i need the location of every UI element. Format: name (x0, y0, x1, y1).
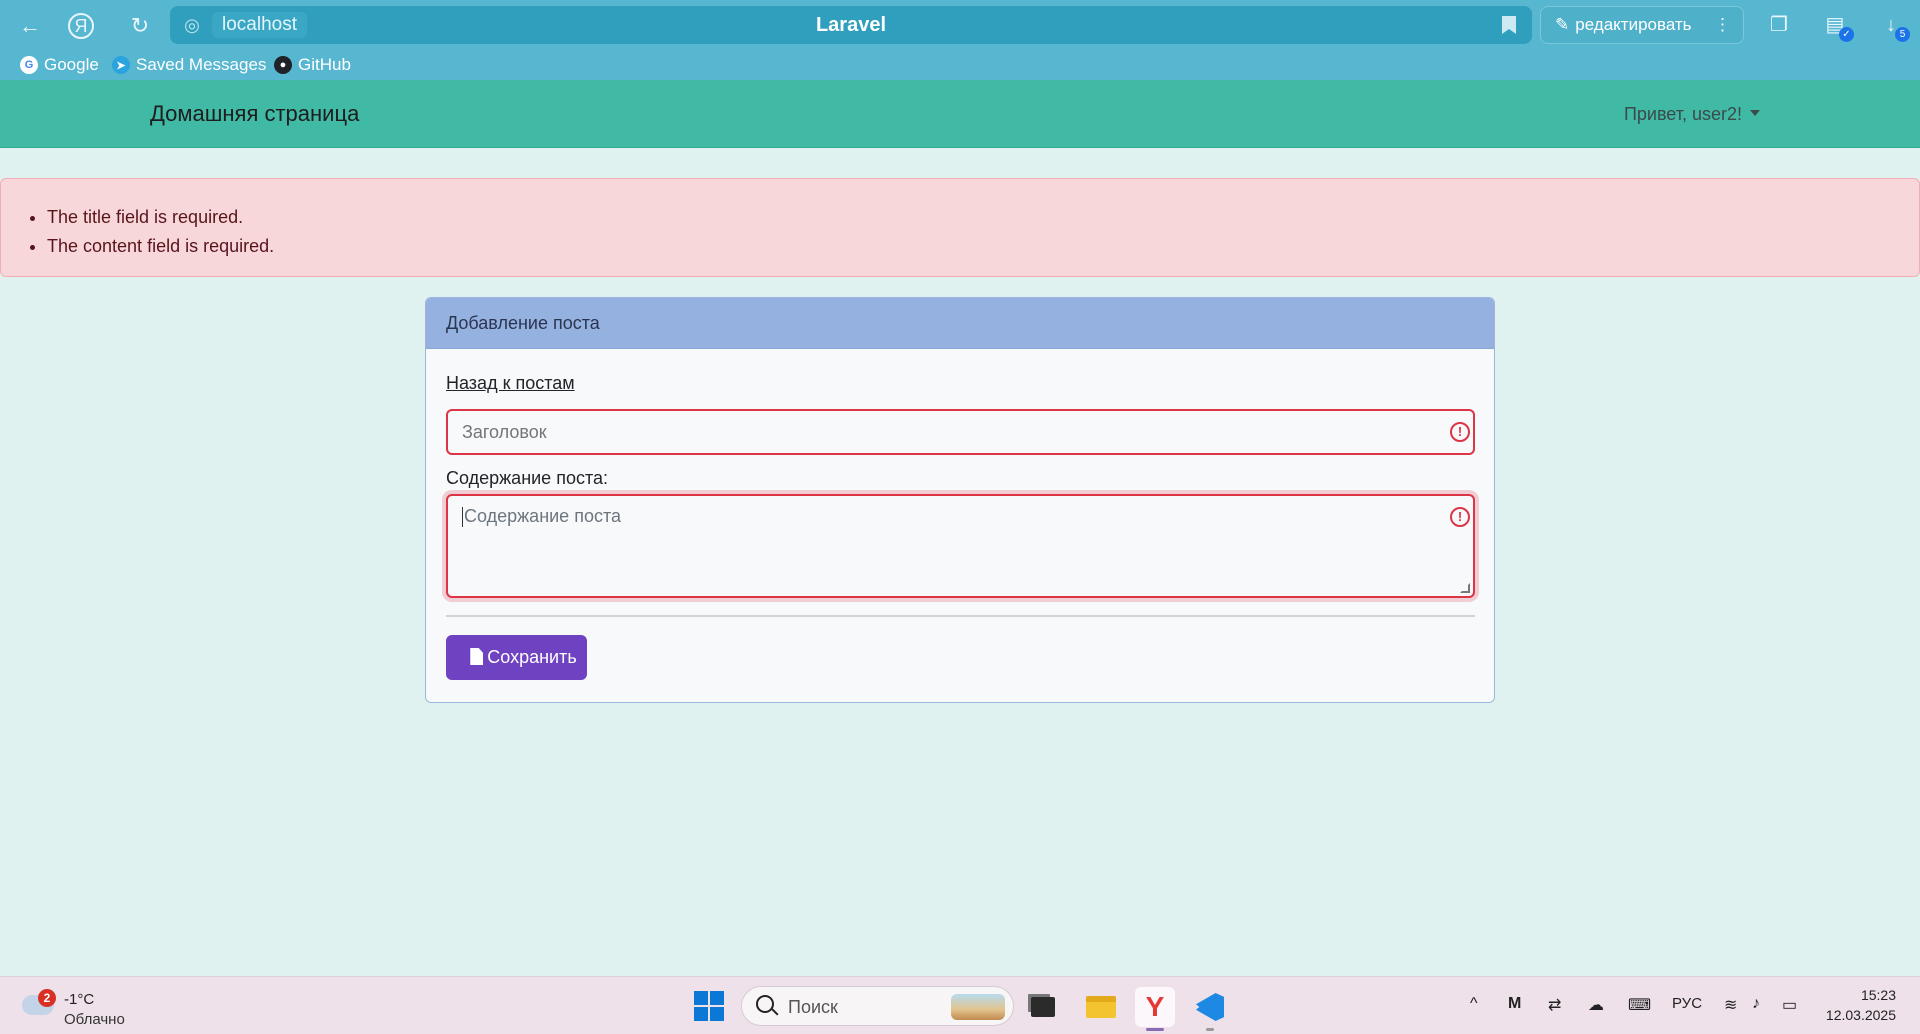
search-icon (756, 995, 774, 1013)
content-placeholder: Содержание поста (464, 506, 622, 526)
site-info-icon[interactable]: ◎ (180, 13, 204, 37)
validation-error-alert: The title field is required. The content… (0, 178, 1920, 277)
weather-condition: Облачно (64, 1011, 125, 1028)
user-greeting: Привет, user2! (1623, 104, 1742, 124)
bookmark-saved-messages[interactable]: ➤ Saved Messages (112, 52, 266, 78)
file-explorer-icon[interactable] (1081, 987, 1121, 1027)
save-button[interactable]: Сохранить (446, 635, 587, 680)
title-invalid-icon: ! (1450, 422, 1470, 442)
keyboard-icon[interactable]: ⌨ (1628, 995, 1651, 1015)
show-hidden-icons-chevron-icon[interactable]: ^ (1470, 995, 1478, 1013)
search-placeholder: Поиск (788, 997, 838, 1017)
search-highlight-image (951, 994, 1005, 1020)
clock-date: 12.03.2025 (1825, 1007, 1896, 1023)
more-menu-icon[interactable]: ⋮ (1714, 7, 1731, 43)
wifi-icon[interactable]: ≋ (1724, 995, 1737, 1015)
error-item: The title field is required. (47, 203, 274, 232)
resize-handle-icon[interactable] (1460, 583, 1470, 593)
page-title-in-bar: Laravel (815, 14, 887, 36)
add-post-card: Добавление поста Назад к постам ! Содерж… (425, 297, 1495, 703)
temperature: -1°C (64, 991, 95, 1008)
tabs-panel-icon[interactable]: ❐ (1764, 10, 1794, 40)
user-dropdown[interactable]: Привет, user2! (1624, 80, 1760, 148)
taskbar: 2 -1°C Облачно Поиск Y ^ M ⇄ ☁ ⌨ РУС ≋ ♪… (0, 976, 1920, 1034)
address-bar[interactable]: ◎ localhost Laravel (170, 6, 1532, 44)
home-link[interactable]: Домашняя страница (150, 80, 359, 148)
save-label: Сохранить (487, 647, 577, 667)
bookmarks-bar: G Google ➤ Saved Messages ● GitHub (0, 52, 1920, 78)
cloud-offline-icon[interactable]: ☁ (1588, 995, 1604, 1015)
start-button[interactable] (694, 991, 724, 1021)
browser-tab-row: ← Я ↻ ◎ localhost Laravel ✎ редактировать… (0, 0, 1920, 50)
bookmark-label: Google (44, 55, 99, 74)
content-label: Содержание поста: (446, 468, 609, 488)
url-host[interactable]: localhost (212, 12, 307, 38)
error-list: The title field is required. The content… (47, 203, 274, 261)
back-to-posts-link[interactable]: Назад к постам (446, 373, 575, 394)
task-view-icon[interactable] (1023, 987, 1063, 1027)
volume-icon[interactable]: ♪ (1752, 995, 1760, 1013)
github-icon: ● (274, 56, 292, 74)
error-item: The content field is required. (47, 232, 274, 261)
edit-icon: ✎ (1555, 15, 1570, 34)
downloads-count-badge: 5 (1895, 27, 1910, 42)
vscode-icon[interactable] (1190, 987, 1230, 1031)
title-input[interactable] (446, 409, 1475, 455)
clock-time: 15:23 (1860, 987, 1896, 1003)
bookmark-label: Saved Messages (136, 55, 267, 74)
browser-toolbar: ← Я ↻ ◎ localhost Laravel ✎ редактировать… (0, 0, 1920, 80)
active-app-indicator (1146, 1028, 1164, 1031)
file-icon (470, 648, 484, 665)
language-indicator[interactable]: РУС (1672, 995, 1702, 1012)
bookmark-icon[interactable] (1502, 16, 1516, 34)
yandex-browser-icon[interactable]: Y (1135, 987, 1175, 1031)
downloads-icon[interactable]: ↓ 5 (1876, 10, 1910, 42)
google-icon: G (20, 56, 38, 74)
reload-icon[interactable]: ↻ (124, 10, 156, 42)
yandex-home-icon[interactable]: Я (68, 13, 94, 39)
bookmark-github[interactable]: ● GitHub (274, 52, 351, 78)
battery-icon[interactable]: ▭ (1782, 995, 1797, 1015)
edit-page-button[interactable]: ✎ редактировать ⋮ (1540, 6, 1744, 44)
taskbar-search[interactable]: Поиск (741, 986, 1014, 1026)
extension-check-badge: ✓ (1839, 27, 1854, 42)
caret-down-icon (1750, 110, 1760, 117)
running-app-indicator (1206, 1028, 1214, 1031)
telegram-icon: ➤ (112, 56, 130, 74)
text-cursor (462, 507, 463, 528)
back-arrow-icon[interactable]: ← (14, 10, 46, 42)
card-body: Назад к постам ! Содержание поста: Содер… (426, 349, 1494, 702)
form-divider (446, 615, 1475, 617)
bookmark-google[interactable]: G Google (20, 52, 99, 78)
system-clock[interactable]: 15:23 12.03.2025 (1826, 985, 1896, 1025)
app-navbar: Домашняя страница Привет, user2! (0, 80, 1920, 148)
extension-icon[interactable]: ▤ ✓ (1820, 10, 1854, 42)
edit-label: редактировать (1575, 15, 1692, 34)
content-textarea[interactable]: Содержание поста (446, 494, 1475, 598)
card-title: Добавление поста (426, 298, 1494, 349)
bookmark-label: GitHub (298, 55, 351, 74)
sync-icon[interactable]: ⇄ (1548, 995, 1561, 1015)
weather-badge: 2 (38, 989, 56, 1007)
tray-app-icon[interactable]: M (1508, 995, 1521, 1013)
content-invalid-icon: ! (1450, 507, 1470, 527)
